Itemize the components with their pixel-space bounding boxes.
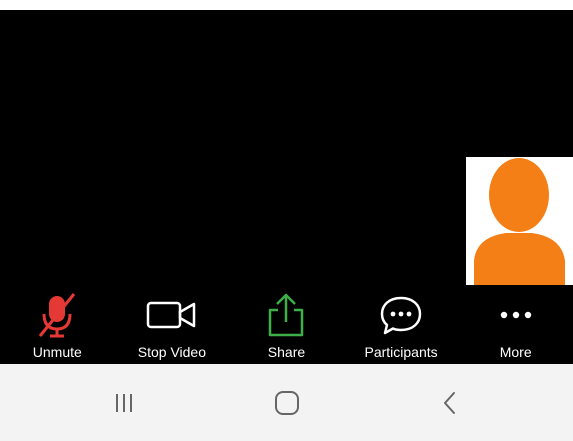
self-video-thumbnail[interactable] xyxy=(466,157,573,285)
default-avatar-icon xyxy=(474,158,565,285)
system-navigation-bar xyxy=(0,364,573,441)
participants-label: Participants xyxy=(364,344,438,360)
stop-video-button[interactable]: Stop Video xyxy=(115,288,230,364)
unmute-label: Unmute xyxy=(32,344,82,360)
more-dots-icon xyxy=(488,292,544,338)
chat-bubble-icon xyxy=(373,292,429,338)
share-upload-icon xyxy=(258,292,314,338)
more-button[interactable]: More xyxy=(458,288,573,364)
participants-button[interactable]: Participants xyxy=(344,288,459,364)
back-button[interactable] xyxy=(368,364,531,441)
home-button[interactable] xyxy=(205,364,368,441)
recent-apps-button[interactable] xyxy=(42,364,205,441)
recent-apps-icon xyxy=(115,393,132,412)
meeting-toolbar: Unmute Stop Video Share Participants Mor… xyxy=(0,288,573,364)
share-label: Share xyxy=(267,344,306,360)
home-icon xyxy=(274,390,299,415)
unmute-button[interactable]: Unmute xyxy=(0,288,115,364)
status-strip xyxy=(0,0,573,10)
stop-video-label: Stop Video xyxy=(137,344,207,360)
video-camera-icon xyxy=(144,292,200,338)
more-label: More xyxy=(499,344,532,360)
share-button[interactable]: Share xyxy=(229,288,344,364)
back-icon xyxy=(443,391,455,414)
muted-microphone-icon xyxy=(29,292,85,338)
